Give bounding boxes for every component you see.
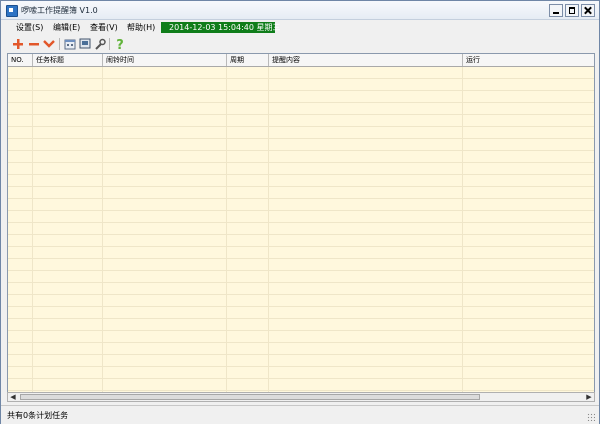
column-divider [102, 67, 103, 393]
toolbar-separator [109, 38, 110, 50]
remove-icon [29, 43, 39, 46]
column-header-task-title[interactable]: 任务标题 [33, 54, 103, 66]
main-window: 啰嗦工作提醒簿 V1.0 设置(S) 编辑(E) 查看(V) 帮助(H) 201… [0, 0, 600, 424]
add-icon [13, 39, 23, 49]
help-button[interactable]: ? [113, 37, 127, 51]
task-table[interactable]: NO. 任务标题 闹铃时间 周期 提醒内容 运行 [7, 53, 595, 394]
column-header-alarm-time[interactable]: 闹铃时间 [103, 54, 227, 66]
scroll-left-button[interactable]: ◀ [8, 393, 18, 401]
add-button[interactable] [11, 37, 25, 51]
dropdown-icon [43, 40, 55, 48]
column-header-run[interactable]: 运行 [463, 54, 594, 66]
status-text: 共有0条计划任务 [7, 411, 69, 420]
more-button[interactable] [42, 37, 56, 51]
column-divider [32, 67, 33, 393]
scroll-right-button[interactable]: ▶ [584, 393, 594, 401]
column-divider [226, 67, 227, 393]
minimize-button[interactable] [549, 4, 563, 17]
wrench-icon [95, 38, 106, 50]
calendar-icon [64, 39, 76, 50]
window-controls [549, 4, 595, 17]
scroll-thumb[interactable] [20, 394, 480, 400]
svg-text:?: ? [116, 38, 124, 51]
toolbar: ? [1, 35, 599, 53]
toolbar-separator [59, 38, 60, 50]
column-header-no[interactable]: NO. [8, 54, 33, 66]
menu-help[interactable]: 帮助(H) [127, 22, 155, 33]
table-header: NO. 任务标题 闹铃时间 周期 提醒内容 运行 [8, 54, 594, 67]
calendar-button[interactable] [63, 37, 77, 51]
tools-button[interactable] [93, 37, 107, 51]
maximize-button[interactable] [565, 4, 579, 17]
menu-view[interactable]: 查看(V) [90, 22, 118, 33]
menu-bar: 设置(S) 编辑(E) 查看(V) 帮助(H) [1, 20, 599, 34]
horizontal-scrollbar[interactable]: ◀ ▶ [7, 392, 595, 402]
close-button[interactable] [581, 4, 595, 17]
column-header-cycle[interactable]: 周期 [227, 54, 269, 66]
table-body[interactable] [8, 67, 594, 393]
menu-edit[interactable]: 编辑(E) [53, 22, 80, 33]
column-divider [462, 67, 463, 393]
column-header-reminder-content[interactable]: 提醒内容 [269, 54, 463, 66]
window-title: 啰嗦工作提醒簿 V1.0 [21, 6, 98, 15]
resize-grip[interactable] [587, 413, 595, 421]
screen-icon [79, 38, 91, 49]
title-bar: 啰嗦工作提醒簿 V1.0 [1, 1, 599, 20]
column-divider [268, 67, 269, 393]
menu-settings[interactable]: 设置(S) [16, 22, 43, 33]
datetime-display: 2014-12-03 15:04:40 星期三 [161, 22, 281, 33]
status-bar: 共有0条计划任务 [1, 405, 599, 424]
screen-button[interactable] [78, 37, 92, 51]
app-icon [6, 5, 18, 17]
help-icon: ? [116, 38, 124, 51]
remove-button[interactable] [27, 37, 41, 51]
